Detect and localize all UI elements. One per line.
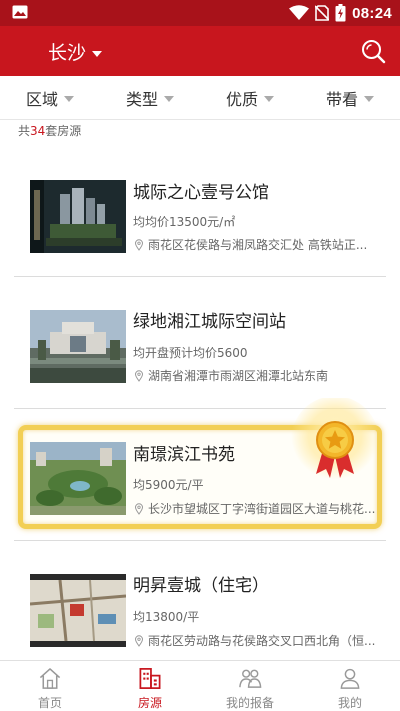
building-icon [139, 668, 161, 689]
listing-address: 长沙市望城区丁字湾街道园区大道与桃花... [133, 500, 383, 517]
listing-price: 均13800/平 [133, 610, 200, 624]
dropdown-arrow-icon [164, 95, 174, 102]
listing-price: 均5900元/平 [133, 478, 204, 492]
listing-item[interactable]: 城际之心壹号公馆 均均价13500元/㎡ 雨花区花侯路与湘凤路交汇处 高铁站正.… [14, 145, 386, 277]
users-icon [239, 669, 262, 688]
listing-thumbnail [30, 442, 126, 515]
listing-thumbnail [30, 180, 126, 253]
filter-label: 带看 [325, 89, 358, 109]
filter-bar: 区域 类型 优质 带看 [0, 76, 400, 120]
location-pin-icon [134, 369, 144, 382]
listing-name: 绿地湘江城际空间站 [133, 312, 286, 332]
tab-label: 我的 [337, 696, 362, 710]
search-icon[interactable] [360, 38, 386, 64]
listing-thumbnail [30, 574, 126, 647]
dropdown-arrow-icon [264, 95, 274, 102]
listing-address: 雨花区花侯路与湘凤路交汇处 高铁站正... [133, 236, 383, 253]
tab-label: 房源 [137, 696, 162, 710]
no-sim-icon [315, 5, 330, 21]
listing-thumbnail [30, 310, 126, 383]
listing-item[interactable]: 明昇壹城（住宅） 均13800/平 雨花区劳动路与花侯路交叉口西北角（恒... [14, 541, 386, 673]
listing-price: 均开盘预计均价5600 [133, 346, 248, 360]
filter-label: 区域 [25, 89, 58, 109]
status-bar: 08:24 [0, 0, 400, 26]
battery-icon [335, 4, 346, 22]
status-time: 08:24 [352, 4, 392, 22]
result-count-number: 34 [30, 124, 46, 138]
medal-badge-icon [291, 398, 379, 484]
location-pin-icon [134, 238, 144, 251]
tab-label: 我的报备 [225, 696, 274, 710]
listing-name: 南璟滨江书苑 [133, 445, 235, 465]
tab-label: 首页 [37, 696, 62, 710]
bottom-tab-bar: 首页 房源 我的报备 我的 [0, 660, 400, 711]
tab-mine[interactable]: 我的 [300, 661, 400, 711]
listing-name: 明昇壹城（住宅） [133, 576, 269, 596]
tab-my-reports[interactable]: 我的报备 [200, 661, 300, 711]
result-count: 共34套房源 [18, 124, 82, 138]
filter-quality[interactable]: 优质 [200, 76, 300, 119]
dropdown-arrow-icon [64, 95, 74, 102]
location-pin-icon [134, 502, 144, 515]
listing-item[interactable]: 绿地湘江城际空间站 均开盘预计均价5600 湖南省湘潭市雨湖区湘潭北站东南 [14, 277, 386, 409]
tab-home[interactable]: 首页 [0, 661, 100, 711]
dropdown-arrow-icon [364, 95, 374, 102]
tab-listings[interactable]: 房源 [100, 661, 200, 711]
filter-label: 优质 [225, 89, 258, 109]
image-icon [12, 5, 28, 19]
city-selector[interactable]: 长沙 [48, 38, 103, 65]
filter-region[interactable]: 区域 [0, 76, 100, 119]
person-icon [340, 668, 360, 689]
filter-viewing[interactable]: 带看 [300, 76, 400, 119]
location-pin-icon [134, 634, 144, 647]
city-label: 长沙 [48, 42, 87, 64]
listing-price: 均均价13500元/㎡ [133, 215, 236, 229]
chevron-down-icon [92, 50, 103, 57]
listing-address: 湖南省湘潭市雨湖区湘潭北站东南 [133, 367, 383, 384]
filter-label: 类型 [125, 89, 158, 109]
app-header: 长沙 [0, 26, 400, 76]
listing-address: 雨花区劳动路与花侯路交叉口西北角（恒... [133, 632, 383, 649]
home-icon [39, 668, 61, 689]
filter-type[interactable]: 类型 [100, 76, 200, 119]
listing-name: 城际之心壹号公馆 [133, 183, 269, 203]
wifi-icon [289, 5, 310, 20]
